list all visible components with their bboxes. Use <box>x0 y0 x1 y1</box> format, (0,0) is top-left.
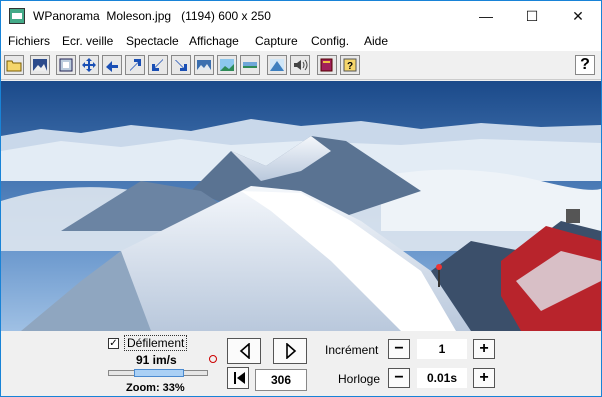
menu-spectacle[interactable]: Spectacle <box>126 34 179 48</box>
mountain-icon[interactable] <box>267 55 287 75</box>
window-title: WPanorama Moleson.jpg (1194) 600 x 250 <box>33 9 271 23</box>
menu-capture[interactable]: Capture <box>255 34 298 48</box>
panorama-image[interactable] <box>1 81 601 331</box>
panorama-mountain-scene <box>1 81 601 331</box>
arrow-up-right-icon[interactable] <box>125 55 145 75</box>
book-icon[interactable] <box>317 55 337 75</box>
panorama-view-icon[interactable] <box>194 55 214 75</box>
clock-plus-button[interactable]: + <box>473 368 495 388</box>
go-to-start-button[interactable] <box>227 367 249 389</box>
maximize-button[interactable]: ☐ <box>509 1 555 31</box>
clock-minus-button[interactable]: − <box>388 368 410 388</box>
defilement-label[interactable]: Défilement <box>124 335 188 351</box>
increment-value: 1 <box>417 339 467 359</box>
clock-label: Horloge <box>338 372 381 386</box>
image-icon[interactable] <box>30 55 50 75</box>
menu-config[interactable]: Config. <box>311 34 349 48</box>
increment-label: Incrément <box>325 343 379 357</box>
zoom-readout: Zoom: 33% <box>126 382 185 394</box>
increment-minus-button[interactable]: − <box>388 339 410 359</box>
defilement-checkbox[interactable]: ✓ <box>108 338 119 349</box>
menu-fichiers[interactable]: Fichiers <box>8 34 50 48</box>
title-bar[interactable]: WPanorama Moleson.jpg (1194) 600 x 250 —… <box>1 1 601 31</box>
control-panel: ✓ Défilement 91 im/s Zoom: 33% 306 Incré… <box>1 331 601 396</box>
toolbar: ? ? <box>1 51 601 80</box>
triangle-left-icon <box>239 343 250 359</box>
menu-ecr-veille[interactable]: Ecr. veille <box>62 34 113 48</box>
speed-readout: 91 im/s <box>136 353 177 367</box>
increment-plus-button[interactable]: + <box>473 339 495 359</box>
arrow-down-left-icon[interactable] <box>148 55 168 75</box>
speed-indicator-icon <box>209 355 217 363</box>
menu-bar: Fichiers Ecr. veille Spectacle Affichage… <box>1 31 601 51</box>
scroll-right-button[interactable] <box>273 338 307 364</box>
help-button[interactable]: ? <box>575 55 595 75</box>
skip-to-start-icon <box>234 372 245 384</box>
menu-affichage[interactable]: Affichage <box>189 34 239 48</box>
minimize-button[interactable]: — <box>463 1 509 31</box>
clock-value: 0.01s <box>417 368 467 388</box>
arrow-down-right-icon[interactable] <box>171 55 191 75</box>
speaker-icon[interactable] <box>290 55 310 75</box>
svg-text:?: ? <box>347 61 353 72</box>
app-window: WPanorama Moleson.jpg (1194) 600 x 250 —… <box>0 0 602 397</box>
help-topics-icon[interactable]: ? <box>340 55 360 75</box>
close-button[interactable]: ✕ <box>555 1 601 31</box>
fit-window-icon[interactable] <box>56 55 76 75</box>
scroll-left-button[interactable] <box>227 338 261 364</box>
arrow-left-up-icon[interactable] <box>102 55 122 75</box>
open-folder-icon[interactable] <box>4 55 24 75</box>
speed-slider-thumb[interactable] <box>134 369 184 377</box>
move-arrows-icon[interactable] <box>79 55 99 75</box>
triangle-right-icon <box>286 343 297 359</box>
menu-aide[interactable]: Aide <box>364 34 388 48</box>
landscape-icon[interactable] <box>217 55 237 75</box>
position-value: 306 <box>255 369 307 391</box>
app-icon[interactable] <box>9 8 25 24</box>
horizon-icon[interactable] <box>240 55 260 75</box>
